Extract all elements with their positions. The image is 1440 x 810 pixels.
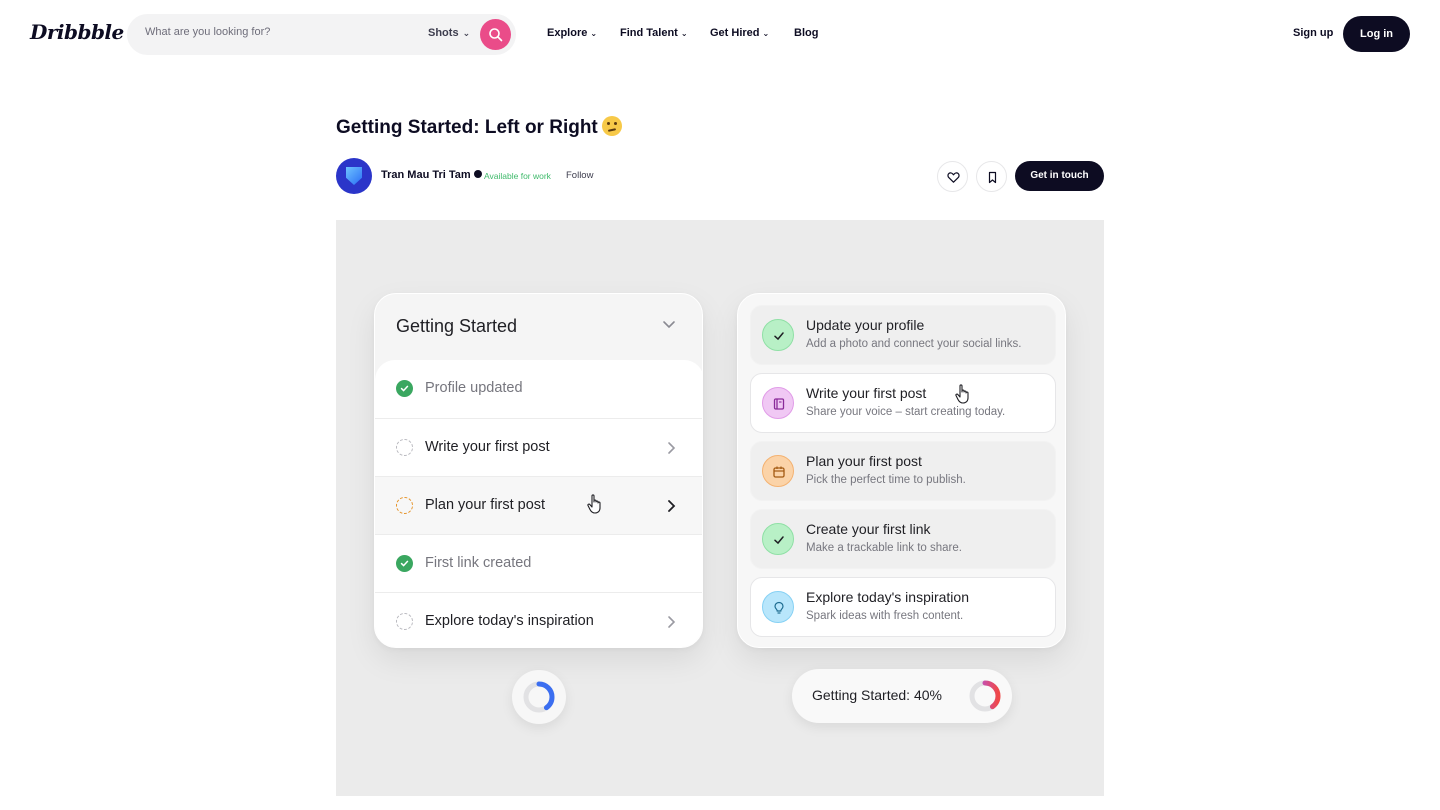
task-item-create-link[interactable]: Create your first link Make a trackable … (750, 509, 1056, 569)
search-icon (489, 28, 503, 42)
thinking-face-icon (601, 116, 622, 136)
chevron-down-icon: ⌄ (762, 29, 770, 38)
checklist-item[interactable]: Plan your first post (375, 476, 702, 534)
progress-ring-icon (969, 680, 1001, 712)
top-navbar: Dribbble Shots⌄ Explore⌄ Find Talent⌄ Ge… (0, 0, 1440, 68)
dashed-circle-icon (396, 613, 413, 630)
chevron-down-icon: ⌄ (680, 29, 688, 38)
availability-status: Available for work (484, 171, 551, 181)
checklist-item-label: First link created (425, 555, 532, 571)
nav-get-hired[interactable]: Get Hired ⌄ (710, 27, 769, 39)
progress-ring (512, 670, 566, 724)
dashed-circle-icon (396, 497, 413, 514)
task-subtitle: Spark ideas with fresh content. (806, 610, 964, 622)
shot-title-text: Getting Started: Left or Right (336, 117, 598, 138)
task-item-explore-inspiration[interactable]: Explore today's inspiration Spark ideas … (750, 577, 1056, 637)
chevron-right-icon (668, 500, 676, 512)
shot-image: Getting Started Profile updated Write yo… (336, 220, 1104, 796)
get-in-touch-button[interactable]: Get in touch (1015, 161, 1104, 191)
getting-started-card-left: Getting Started Profile updated Write yo… (374, 293, 703, 648)
task-subtitle: Pick the perfect time to publish. (806, 474, 966, 486)
calendar-icon (762, 455, 794, 487)
dashed-circle-icon (396, 439, 413, 456)
check-circle-icon (396, 380, 413, 397)
checklist-item-label: Profile updated (425, 380, 523, 396)
sign-up-link[interactable]: Sign up (1293, 27, 1333, 39)
chevron-down-icon (663, 321, 675, 329)
task-item-write-post[interactable]: Write your first post Share your voice –… (750, 373, 1056, 433)
checklist: Profile updated Write your first post Pl… (375, 360, 702, 647)
log-in-button[interactable]: Log in (1343, 16, 1410, 52)
author-name[interactable]: Tran Mau Tri Tam (381, 169, 482, 181)
nav-find-talent[interactable]: Find Talent ⌄ (620, 27, 688, 39)
hand-cursor-icon (955, 384, 969, 404)
task-title: Plan your first post (806, 453, 922, 469)
card-title: Getting Started (396, 316, 518, 336)
progress-pill: Getting Started: 40% (792, 669, 1012, 723)
author-avatar[interactable] (336, 158, 372, 194)
task-subtitle: Add a photo and connect your social link… (806, 338, 1022, 350)
task-subtitle: Share your voice – start creating today. (806, 406, 1006, 418)
nav-explore-label: Explore (547, 27, 588, 39)
checklist-item[interactable]: Explore today's inspiration (375, 592, 702, 647)
chevron-right-icon (668, 442, 676, 454)
check-icon (762, 319, 794, 351)
author-name-text: Tran Mau Tri Tam (381, 169, 471, 181)
task-item-update-profile[interactable]: Update your profile Add a photo and conn… (750, 305, 1056, 365)
progress-ring-icon (523, 681, 555, 713)
task-subtitle: Make a trackable link to share. (806, 542, 962, 554)
nav-find-talent-label: Find Talent (620, 27, 678, 39)
notebook-icon (762, 387, 794, 419)
pro-badge-icon (473, 170, 482, 178)
task-title: Explore today's inspiration (806, 589, 969, 605)
hand-cursor-icon (587, 494, 601, 514)
checklist-item[interactable]: Write your first post (375, 418, 702, 476)
follow-link[interactable]: Follow (566, 170, 593, 181)
save-button[interactable] (976, 161, 1007, 192)
nav-blog-label: Blog (794, 27, 819, 39)
check-circle-icon (396, 555, 413, 572)
lightbulb-icon (762, 591, 794, 623)
task-title: Update your profile (806, 317, 925, 333)
nav-blog[interactable]: Blog (794, 27, 818, 39)
search-type-label: Shots (428, 27, 459, 39)
task-title: Create your first link (806, 521, 931, 537)
search-button[interactable] (480, 19, 511, 50)
task-item-plan-post[interactable]: Plan your first post Pick the perfect ti… (750, 441, 1056, 501)
chevron-right-icon (668, 616, 676, 628)
checklist-item-label: Write your first post (425, 439, 550, 455)
chevron-down-icon: ⌄ (590, 29, 598, 38)
checklist-item-label: Explore today's inspiration (425, 613, 594, 629)
like-button[interactable] (937, 161, 968, 192)
check-icon (762, 523, 794, 555)
progress-label: Getting Started: 40% (812, 687, 942, 703)
search-type-dropdown[interactable]: Shots ⌄ (428, 27, 470, 39)
search-input[interactable] (145, 26, 395, 38)
dribbble-logo[interactable]: Dribbble (30, 20, 124, 44)
bookmark-icon (988, 171, 997, 184)
chevron-down-icon: ⌄ (462, 28, 471, 38)
getting-started-card-right: Update your profile Add a photo and conn… (737, 293, 1066, 648)
heart-icon (947, 172, 960, 183)
task-title: Write your first post (806, 385, 927, 401)
search-bar: Shots⌄ (127, 14, 516, 55)
nav-explore[interactable]: Explore ⌄ (547, 27, 597, 39)
nav-get-hired-label: Get Hired (710, 27, 760, 39)
checklist-item-label: Plan your first post (425, 497, 546, 513)
checklist-item[interactable]: Profile updated (375, 360, 702, 418)
checklist-item[interactable]: First link created (375, 534, 702, 592)
shot-title: Getting Started: Left or Right (336, 116, 622, 139)
